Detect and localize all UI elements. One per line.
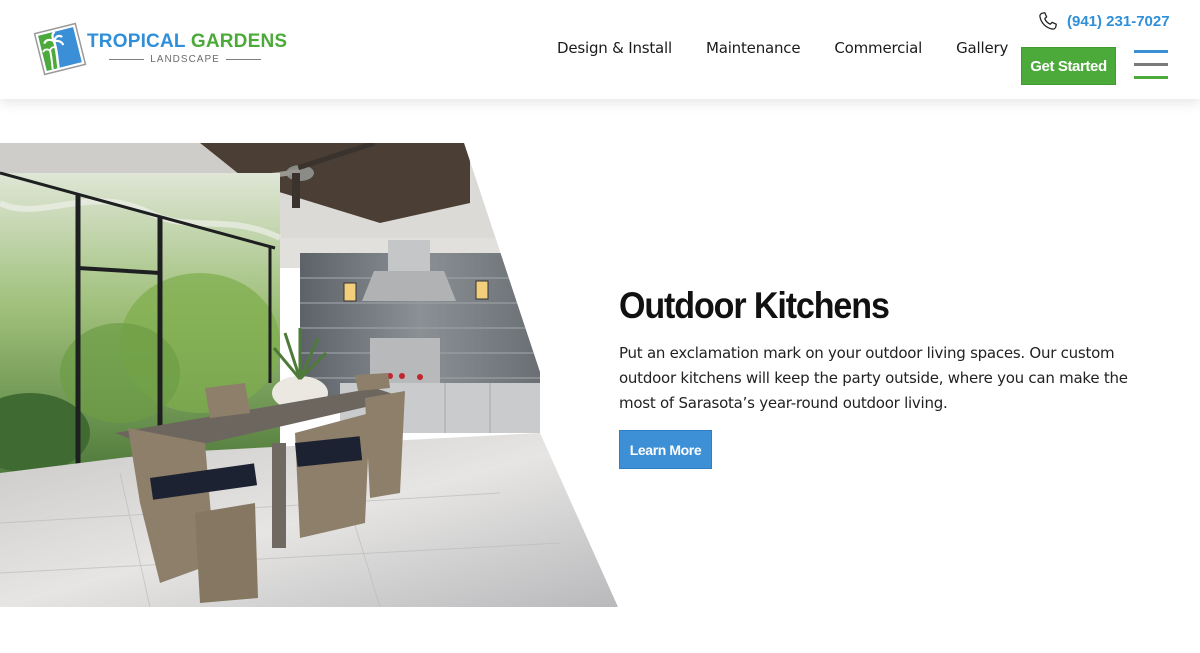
outdoor-kitchen-photo	[0, 143, 618, 607]
logo-divider-left	[109, 58, 145, 60]
logo-divider-right	[225, 58, 262, 60]
logo-wordmark: TROPICAL GARDENS	[87, 31, 287, 53]
get-started-button[interactable]: Get Started	[1021, 47, 1116, 85]
site-header: TROPICAL GARDENS LANDSCAPE Design & Inst…	[0, 0, 1200, 99]
menu-line-bottom	[1134, 76, 1168, 79]
nav-gallery[interactable]: Gallery	[956, 39, 1008, 57]
feature-content: Outdoor Kitchens Put an exclamation mark…	[619, 285, 1179, 469]
logo-subtitle: LANDSCAPE	[109, 53, 262, 65]
logo-word-gardens: GARDENS	[190, 31, 288, 52]
phone-icon	[1039, 12, 1057, 30]
nav-design-install[interactable]: Design & Install	[557, 39, 672, 57]
nav-commercial[interactable]: Commercial	[834, 39, 922, 57]
logo-subtitle-text: LANDSCAPE	[150, 53, 220, 65]
hamburger-menu-icon[interactable]	[1134, 50, 1168, 80]
menu-line-top	[1134, 50, 1168, 53]
site-logo[interactable]: TROPICAL GARDENS LANDSCAPE	[33, 20, 293, 80]
menu-line-middle	[1134, 63, 1168, 66]
palm-tree-logo-icon	[33, 22, 87, 76]
phone-number[interactable]: (941) 231-7027	[1067, 13, 1170, 30]
feature-description: Put an exclamation mark on your outdoor …	[619, 344, 1128, 412]
learn-more-button[interactable]: Learn More	[619, 430, 712, 469]
logo-word-tropical: TROPICAL	[87, 31, 186, 52]
feature-title: Outdoor Kitchens	[619, 285, 890, 326]
photo-illustration	[0, 143, 618, 607]
main-nav: Design & Install Maintenance Commercial …	[557, 39, 1008, 57]
phone-link[interactable]: (941) 231-7027	[1037, 10, 1170, 32]
nav-maintenance[interactable]: Maintenance	[706, 39, 801, 57]
